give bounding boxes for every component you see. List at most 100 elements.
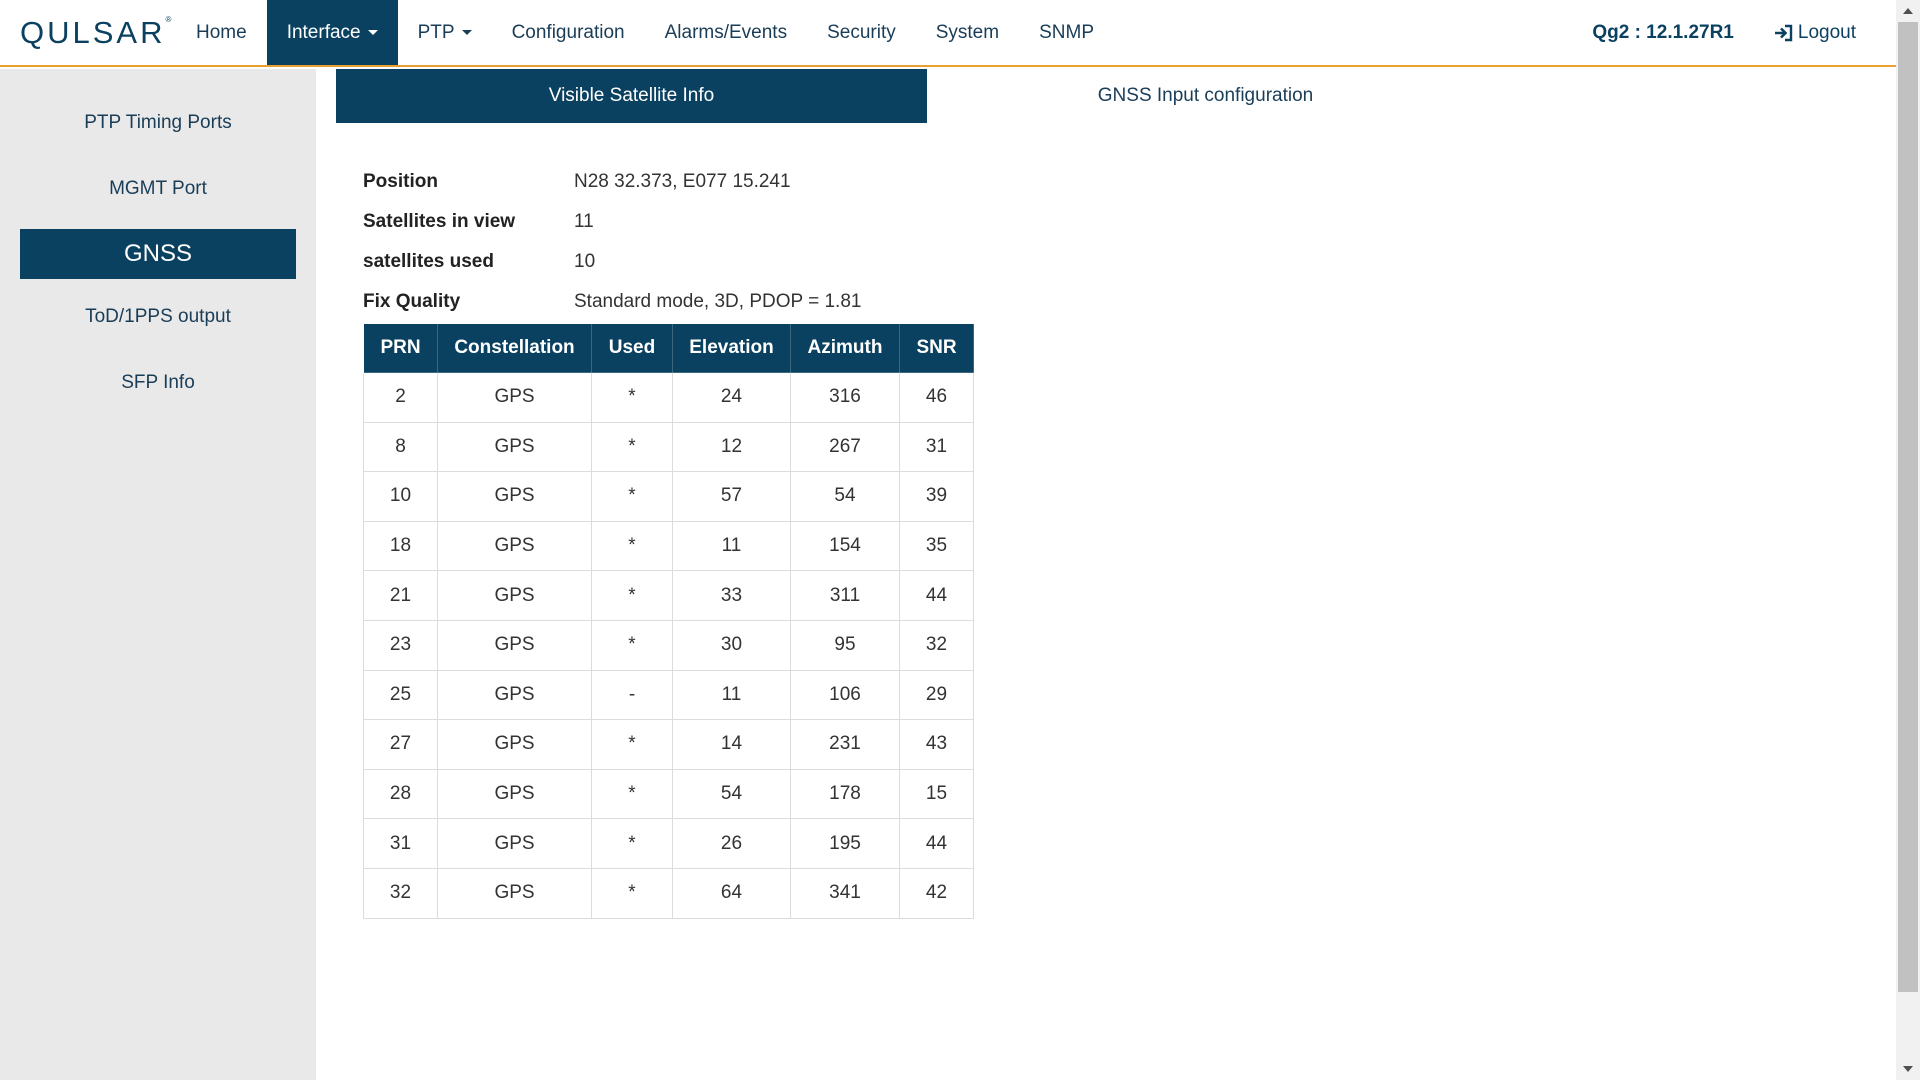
cell-azimuth: 154 bbox=[790, 520, 900, 572]
logout-button[interactable]: Logout bbox=[1774, 0, 1896, 65]
cell-used: * bbox=[591, 471, 673, 522]
cell-snr: 43 bbox=[899, 719, 974, 770]
nav-alarms-events[interactable]: Alarms/Events bbox=[645, 0, 807, 65]
cell-used: * bbox=[591, 768, 673, 820]
cell-snr: 31 bbox=[899, 421, 974, 473]
table-row: 31 GPS * 26 195 44 bbox=[363, 818, 974, 869]
sidebar-item-ptp-timing-ports[interactable]: PTP Timing Ports bbox=[20, 98, 296, 148]
cell-snr: 32 bbox=[899, 619, 974, 671]
sidebar-item-tod-1pps-output[interactable]: ToD/1PPS output bbox=[20, 292, 296, 342]
cell-used: * bbox=[591, 372, 673, 423]
cell-used: * bbox=[591, 619, 673, 671]
cell-prn: 10 bbox=[363, 471, 438, 522]
sidebar-item-mgmt-port[interactable]: MGMT Port bbox=[20, 164, 296, 214]
cell-azimuth: 106 bbox=[790, 669, 900, 721]
cell-constellation: GPS bbox=[437, 719, 592, 770]
cell-constellation: GPS bbox=[437, 867, 592, 919]
cell-azimuth: 316 bbox=[790, 372, 900, 423]
cell-prn: 32 bbox=[363, 867, 438, 919]
logo-text: QULSAR® bbox=[20, 15, 171, 51]
cell-prn: 2 bbox=[363, 372, 438, 423]
table-header-row: PRN Constellation Used Elevation Azimuth… bbox=[363, 323, 974, 373]
cell-prn: 18 bbox=[363, 520, 438, 572]
cell-constellation: GPS bbox=[437, 669, 592, 721]
tab-gnss-input-configuration[interactable]: GNSS Input configuration bbox=[927, 69, 1484, 123]
nav-ptp-label: PTP bbox=[417, 21, 455, 43]
qulsar-logo[interactable]: QULSAR® bbox=[0, 0, 176, 65]
cell-constellation: GPS bbox=[437, 768, 592, 820]
fix-quality-value: Standard mode, 3D, PDOP = 1.81 bbox=[574, 291, 862, 312]
cell-azimuth: 195 bbox=[790, 818, 900, 869]
scrollbar-thumb[interactable] bbox=[1898, 22, 1918, 992]
table-row: 10 GPS * 57 54 39 bbox=[363, 471, 974, 522]
position-value: N28 32.373, E077 15.241 bbox=[574, 171, 791, 192]
cell-prn: 21 bbox=[363, 570, 438, 621]
table-row: 32 GPS * 64 341 42 bbox=[363, 867, 974, 919]
cell-azimuth: 95 bbox=[790, 619, 900, 671]
cell-elevation: 14 bbox=[672, 719, 791, 770]
nav-security-label: Security bbox=[827, 21, 896, 43]
nav-snmp[interactable]: SNMP bbox=[1019, 0, 1114, 65]
column-header-prn: PRN bbox=[363, 323, 438, 373]
cell-constellation: GPS bbox=[437, 619, 592, 671]
top-navbar: QULSAR® Home Interface PTP Configuration… bbox=[0, 0, 1896, 67]
satellites-used-value: 10 bbox=[574, 251, 596, 272]
table-row: 25 GPS -11 106 29 bbox=[363, 669, 974, 721]
cell-used: * bbox=[591, 818, 673, 869]
nav-home[interactable]: Home bbox=[176, 0, 267, 65]
cell-azimuth: 54 bbox=[790, 471, 900, 522]
satellites-in-view-value: 11 bbox=[574, 211, 594, 232]
device-version: Qg2 : 12.1.27R1 bbox=[1592, 21, 1734, 43]
chevron-down-icon bbox=[367, 30, 378, 35]
cell-elevation: 12 bbox=[672, 421, 791, 473]
cell-snr: 46 bbox=[899, 372, 974, 423]
cell-used: - bbox=[591, 669, 673, 721]
tab-label: Visible Satellite Info bbox=[548, 85, 715, 106]
table-row: 2 GPS * 24 316 46 bbox=[363, 372, 974, 423]
cell-prn: 28 bbox=[363, 768, 438, 820]
cell-snr: 29 bbox=[899, 669, 974, 721]
cell-used: * bbox=[591, 719, 673, 770]
fix-quality-label: Fix Quality bbox=[363, 291, 461, 312]
tab-visible-satellite-info[interactable]: Visible Satellite Info bbox=[336, 69, 927, 123]
position-row: Position N28 32.373, E077 15.241 bbox=[363, 162, 861, 202]
page: QULSAR® Home Interface PTP Configuration… bbox=[0, 0, 1920, 1080]
sidebar-item-label: ToD/1PPS output bbox=[85, 306, 231, 327]
vertical-scrollbar[interactable] bbox=[1896, 0, 1920, 1080]
satellites-used-label: satellites used bbox=[363, 251, 494, 272]
column-header-constellation: Constellation bbox=[437, 323, 592, 373]
scroll-up-arrow-icon[interactable] bbox=[1903, 8, 1913, 14]
cell-elevation: 26 bbox=[672, 818, 791, 869]
tab-label: GNSS Input configuration bbox=[1097, 85, 1314, 106]
column-header-elevation: Elevation bbox=[672, 323, 791, 373]
cell-used: * bbox=[591, 570, 673, 621]
table-row: 8 GPS * 12 267 31 bbox=[363, 421, 974, 473]
satellite-table-body: 2 GPS * 24 316 46 8 GPS * 12 267 31 10 GPS * 57 54 39 18 GP… bbox=[363, 372, 974, 919]
logout-label: Logout bbox=[1797, 21, 1856, 43]
satellites-in-view-label: Satellites in view bbox=[363, 211, 516, 232]
cell-azimuth: 341 bbox=[790, 867, 900, 919]
table-row: 28 GPS * 54 178 15 bbox=[363, 768, 974, 820]
sidebar-item-label: MGMT Port bbox=[109, 178, 207, 199]
sidebar-item-gnss[interactable]: GNSS bbox=[20, 229, 296, 279]
nav-security[interactable]: Security bbox=[807, 0, 916, 65]
nav-configuration[interactable]: Configuration bbox=[492, 0, 645, 65]
cell-elevation: 54 bbox=[672, 768, 791, 820]
nav-alarms-events-label: Alarms/Events bbox=[664, 21, 788, 43]
gnss-summary: Position N28 32.373, E077 15.241 Satelli… bbox=[363, 162, 861, 322]
cell-elevation: 30 bbox=[672, 619, 791, 671]
nav-interface-label: Interface bbox=[286, 21, 361, 43]
nav-snmp-label: SNMP bbox=[1039, 21, 1094, 43]
cell-prn: 23 bbox=[363, 619, 438, 671]
logo-registered-mark: ® bbox=[165, 14, 172, 24]
scroll-down-arrow-icon[interactable] bbox=[1903, 1066, 1913, 1072]
cell-elevation: 64 bbox=[672, 867, 791, 919]
cell-azimuth: 267 bbox=[790, 421, 900, 473]
nav-ptp[interactable]: PTP bbox=[398, 0, 492, 65]
satellites-used-row: satellites used 10 bbox=[363, 242, 861, 282]
sidebar-item-sfp-info[interactable]: SFP Info bbox=[20, 358, 296, 408]
cell-constellation: GPS bbox=[437, 372, 592, 423]
nav-system[interactable]: System bbox=[916, 0, 1019, 65]
nav-interface[interactable]: Interface bbox=[266, 0, 398, 65]
